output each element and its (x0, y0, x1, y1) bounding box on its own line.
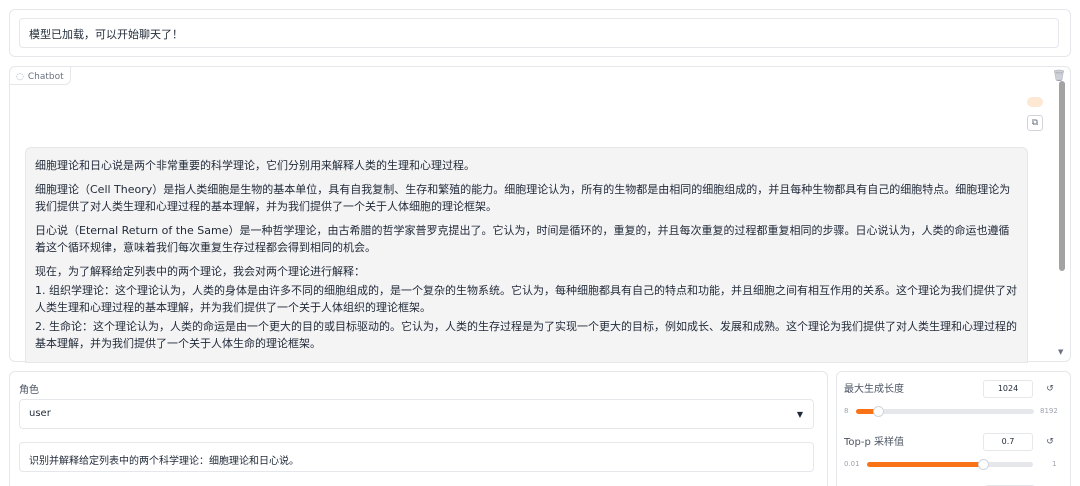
chat-scrollbar-thumb[interactable] (1059, 81, 1065, 271)
params-panel: 最大生成长度 1024 ↺ 8 8192 Top-p 采样值 0.7 ↺ 0.0… (836, 371, 1071, 486)
bot-paragraph: 现在，为了解释给定列表中的两个理论，我会对两个理论进行解释： (35, 265, 365, 278)
input-panel: 角色 user ▼ 识别并解释给定列表中的两个科学理论：细胞理论和日心说。 (9, 371, 828, 486)
reset-icon[interactable]: ↺ (1042, 380, 1058, 398)
top-p-min: 0.01 (844, 460, 860, 468)
user-message-bubble (1027, 97, 1043, 107)
max-length-min: 8 (844, 407, 849, 415)
role-selected-value: user (29, 408, 51, 419)
max-length-label: 最大生成长度 (844, 384, 904, 395)
chatbot-panel: ◌ Chatbot 🗑 ⧉ 细胞理论和日心说是两个非常重要的科学理论，它们分别用… (9, 66, 1071, 363)
top-p-label: Top-p 采样值 (844, 437, 905, 448)
top-p-max: 1 (1052, 460, 1057, 468)
bot-paragraph: 细胞理论和日心说是两个非常重要的科学理论，它们分别用来解释人类的生理和心理过程。 (35, 159, 475, 172)
reset-icon[interactable]: ↺ (1042, 433, 1058, 451)
chat-bubble-icon: ◌ (16, 72, 24, 82)
chatbot-label-text: Chatbot (27, 72, 64, 82)
top-p-slider-thumb[interactable] (978, 459, 989, 470)
caret-down-icon: ▼ (796, 410, 803, 419)
role-dropdown[interactable]: user ▼ (19, 399, 814, 429)
trash-icon[interactable]: 🗑 (1052, 69, 1066, 82)
role-label: 角色 (19, 385, 39, 396)
copy-icon[interactable]: ⧉ (1027, 115, 1043, 131)
bot-list-item: 2. 生命论：这个理论认为，人类的命运是由一个更大的目的或目标驱动的。它认为，人… (35, 320, 1017, 350)
top-p-slider-fill (867, 462, 983, 467)
bot-list-item: 1. 组织学理论：这个理论认为，人类的身体是由许多不同的细胞组成的，是一个复杂的… (35, 284, 1017, 314)
max-length-number-input[interactable]: 1024 (983, 380, 1033, 398)
bot-paragraph: 细胞理论（Cell Theory）是指人类细胞是生物的基本单位，具有自我复制、生… (35, 183, 1011, 213)
top-p-number-input[interactable]: 0.7 (983, 433, 1033, 451)
max-length-slider-thumb[interactable] (873, 406, 884, 417)
top-p-slider[interactable] (867, 459, 1033, 470)
max-length-slider[interactable] (856, 406, 1034, 417)
status-panel: 模型已加载，可以开始聊天了！ (9, 9, 1071, 57)
bot-message: 细胞理论和日心说是两个非常重要的科学理论，它们分别用来解释人类的生理和心理过程。… (25, 147, 1028, 363)
scroll-down-arrow-icon[interactable]: ▼ (1058, 348, 1063, 356)
prompt-input[interactable]: 识别并解释给定列表中的两个科学理论：细胞理论和日心说。 (19, 442, 814, 472)
bot-paragraph: 日心说（Eternal Return of the Same）是一种哲学理论，由… (35, 224, 1010, 254)
max-length-max: 8192 (1040, 407, 1058, 415)
chatbot-label: ◌ Chatbot (10, 67, 71, 85)
status-message: 模型已加载，可以开始聊天了！ (19, 18, 1059, 48)
